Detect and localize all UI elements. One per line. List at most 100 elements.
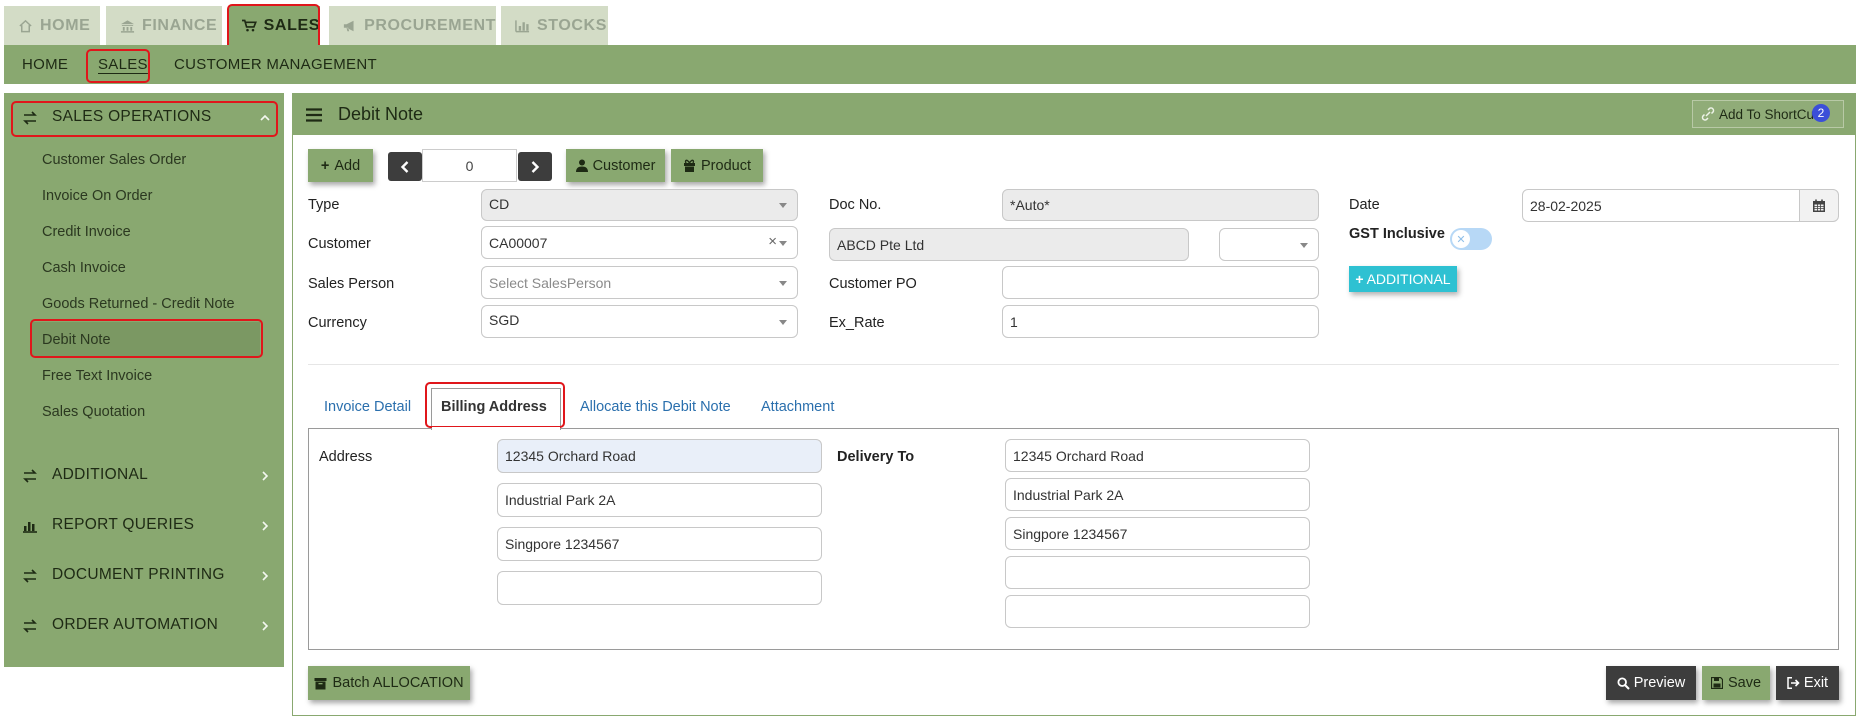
nav-sales[interactable]: SALES [98, 56, 148, 73]
sidebar-item-cash-invoice[interactable]: Cash Invoice [42, 260, 126, 276]
date-label: Date [1349, 197, 1380, 213]
batch-allocation-button[interactable]: Batch ALLOCATION [308, 666, 470, 700]
previous-record-button[interactable] [388, 152, 422, 181]
customer-extra-select[interactable] [1219, 228, 1319, 261]
delivery-line-5-input[interactable] [1005, 595, 1310, 628]
chevron-right-icon[interactable] [260, 621, 270, 631]
sidebar-item-debit-note[interactable]: Debit Note [42, 332, 111, 348]
sales-person-select[interactable]: Select SalesPerson [481, 266, 798, 299]
ex-rate-input[interactable]: 1 [1002, 305, 1319, 338]
nav-home[interactable]: HOME [22, 56, 68, 73]
product-button-label: Product [701, 157, 751, 174]
exit-button[interactable]: Exit [1776, 666, 1839, 700]
add-label: Add [334, 157, 361, 174]
sidebar-section-document-printing[interactable]: DOCUMENT PRINTING [52, 566, 225, 584]
plus-icon: + [320, 157, 330, 174]
sidebar-item-customer-sales-order[interactable]: Customer Sales Order [42, 152, 186, 168]
caret-down-icon [779, 203, 787, 208]
delivery-to-label: Delivery To [837, 449, 915, 465]
preview-button[interactable]: Preview [1606, 666, 1696, 700]
tab-billing-address[interactable]: Billing Address [441, 399, 547, 415]
tab-attachment[interactable]: Attachment [761, 399, 834, 415]
preview-label: Preview [1633, 675, 1686, 691]
chevron-right-icon[interactable] [260, 521, 270, 531]
customer-po-input[interactable] [1002, 266, 1319, 299]
chevron-right-icon[interactable] [260, 571, 270, 581]
date-picker-button[interactable] [1799, 189, 1839, 222]
address-label: Address [319, 449, 373, 465]
record-number-input[interactable]: 0 [422, 149, 517, 182]
tab-invoice-detail[interactable]: Invoice Detail [324, 399, 411, 415]
tab-home-label: HOME [40, 16, 91, 34]
address-line-3-input[interactable]: Singpore 1234567 [497, 527, 822, 561]
toggle-off-icon: ✕ [1452, 230, 1470, 248]
tab-procurement[interactable]: PROCUREMENT [329, 6, 496, 45]
tab-sales[interactable]: SALES [228, 6, 320, 45]
product-button[interactable]: Product [671, 149, 763, 182]
caret-down-icon [1300, 242, 1308, 248]
megaphone-icon [343, 20, 354, 31]
address-line-2-input[interactable]: Industrial Park 2A [497, 483, 822, 517]
currency-label: Currency [308, 315, 367, 331]
chevron-right-icon[interactable] [260, 471, 270, 481]
add-button[interactable]: + Add [308, 149, 373, 182]
doc-no-field: *Auto* [1002, 189, 1319, 221]
gst-inclusive-toggle[interactable]: ✕ [1450, 228, 1492, 250]
save-label: Save [1727, 675, 1762, 691]
exit-label: Exit [1803, 675, 1829, 691]
type-select[interactable]: CD [481, 189, 798, 221]
additional-button[interactable]: + ADDITIONAL [1349, 266, 1457, 292]
user-icon [575, 159, 588, 172]
customer-button[interactable]: Customer [566, 149, 665, 182]
chevron-up-icon[interactable] [260, 113, 270, 123]
sidebar-section-order-automation[interactable]: ORDER AUTOMATION [52, 616, 218, 634]
customer-name-field: ABCD Pte Ltd [829, 228, 1189, 261]
gift-icon [684, 159, 695, 172]
ex-rate-label: Ex_Rate [829, 315, 885, 331]
chevron-left-icon [400, 160, 409, 173]
link-icon [1701, 107, 1715, 121]
sidebar-section-report-queries[interactable]: REPORT QUERIES [52, 516, 194, 534]
floppy-disk-icon [1710, 677, 1723, 689]
next-record-button[interactable] [518, 152, 552, 181]
sidebar-item-goods-returned[interactable]: Goods Returned - Credit Note [42, 296, 235, 312]
address-line-4-input[interactable] [497, 571, 822, 605]
plus-icon: + [1355, 271, 1364, 287]
bank-icon [120, 19, 135, 33]
delivery-line-1-input[interactable]: 12345 Orchard Road [1005, 439, 1310, 472]
address-line-1-input[interactable]: 12345 Orchard Road [497, 439, 822, 473]
caret-down-icon [779, 240, 787, 246]
chevron-right-icon [531, 160, 540, 173]
tab-finance[interactable]: FINANCE [106, 6, 222, 45]
sidebar-item-invoice-on-order[interactable]: Invoice On Order [42, 188, 152, 204]
clear-icon[interactable]: × [768, 233, 777, 250]
exchange-icon [23, 569, 37, 583]
sidebar-item-credit-invoice[interactable]: Credit Invoice [42, 224, 131, 240]
date-input[interactable]: 28-02-2025 [1522, 189, 1800, 222]
customer-select[interactable]: CA00007 × [481, 226, 798, 259]
customer-value: CA00007 [489, 234, 548, 251]
tab-allocate-debit-note[interactable]: Allocate this Debit Note [580, 399, 731, 415]
sidebar-section-sales-operations[interactable]: SALES OPERATIONS [52, 108, 212, 126]
delivery-line-2-input[interactable]: Industrial Park 2A [1005, 478, 1310, 511]
shortcut-count-badge: 2 [1812, 104, 1830, 122]
type-label: Type [308, 197, 340, 213]
exchange-icon [23, 469, 37, 483]
tab-home[interactable]: HOME [4, 6, 100, 45]
hamburger-icon[interactable] [306, 108, 322, 122]
sidebar-item-free-text-invoice[interactable]: Free Text Invoice [42, 368, 152, 384]
sidebar-item-sales-quotation[interactable]: Sales Quotation [42, 404, 145, 420]
customer-button-label: Customer [592, 157, 656, 174]
delivery-line-3-input[interactable]: Singpore 1234567 [1005, 517, 1310, 550]
sidebar-section-additional[interactable]: ADDITIONAL [52, 466, 148, 484]
calendar-icon [1813, 199, 1825, 212]
currency-select[interactable]: SGD [481, 305, 798, 338]
tab-join [432, 427, 560, 430]
save-button[interactable]: Save [1702, 666, 1770, 700]
currency-value: SGD [489, 312, 520, 328]
delivery-line-4-input[interactable] [1005, 556, 1310, 589]
panel-header [292, 93, 1856, 135]
nav-customer-management[interactable]: CUSTOMER MANAGEMENT [174, 56, 377, 73]
tab-stocks[interactable]: STOCKS [501, 6, 608, 45]
sales-person-label: Sales Person [308, 276, 395, 292]
